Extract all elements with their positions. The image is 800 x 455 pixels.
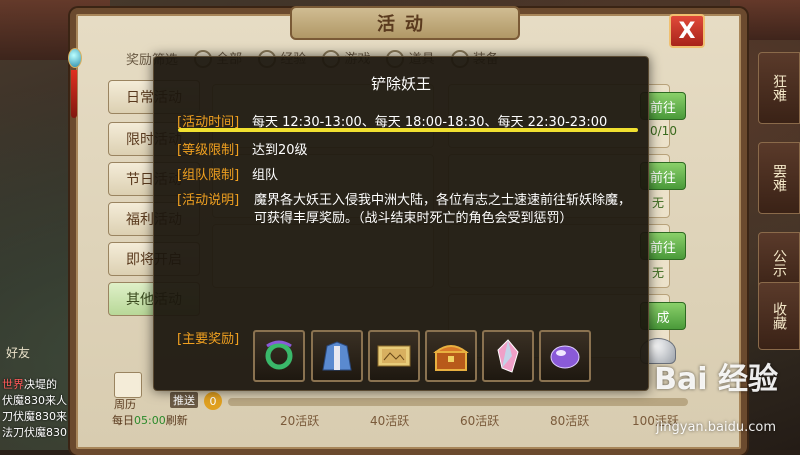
close-button[interactable]: X xyxy=(669,14,705,48)
close-icon: X xyxy=(678,18,696,44)
treasure-chest-icon[interactable] xyxy=(425,330,477,382)
chat-line: 世界决堤的 xyxy=(2,378,57,391)
activity-count: 无 xyxy=(652,266,665,280)
friend-tab[interactable]: 好友 xyxy=(6,344,30,361)
reward-label: [主要奖励] xyxy=(177,332,240,347)
progress-tick: 60活跃 xyxy=(460,414,500,428)
purple-gem-icon[interactable] xyxy=(539,330,591,382)
chat-line: 伏魔830来人 xyxy=(2,394,67,407)
side-button-4[interactable]: 收藏 xyxy=(758,282,800,350)
activity-count: 无 xyxy=(652,196,665,210)
progress-tick: 80活跃 xyxy=(550,414,590,428)
daily-refresh: 每日05:00刷新 xyxy=(112,414,188,427)
baidu-watermark: Bai 经验 xyxy=(654,362,778,397)
jade-pendant-icon[interactable] xyxy=(253,330,305,382)
blue-robe-icon[interactable] xyxy=(311,330,363,382)
desc-text: 魔界各大妖王入侵我中洲大陆，各位有志之士速速前往斩妖除魔，可获得丰厚奖励。（战斗… xyxy=(254,193,632,226)
panel-title: 活动 xyxy=(290,6,520,40)
crystal-shard-icon[interactable] xyxy=(482,330,534,382)
popup-title: 铲除妖王 xyxy=(370,75,431,93)
activity-count: 0/10 xyxy=(650,124,677,138)
desc-row: [活动说明] xyxy=(177,193,240,208)
calendar-label: 周历 xyxy=(114,398,136,411)
baidu-watermark-url: jingyan.baidu.com xyxy=(656,420,776,435)
chat-line: 刀伏魔830来 xyxy=(2,410,67,423)
side-button-2[interactable]: 罢难 xyxy=(758,142,800,214)
count-badge: 0 xyxy=(204,392,222,410)
level-row: [等级限制] 达到20级 xyxy=(177,143,308,158)
push-button[interactable]: 推送 xyxy=(170,392,198,408)
calendar-icon[interactable] xyxy=(114,372,142,398)
team-row: [组队限制] 组队 xyxy=(177,168,279,183)
chat-line: 法刀伏魔830 xyxy=(2,426,67,439)
activity-progress-bar xyxy=(228,398,688,406)
activity-detail-popup[interactable]: 铲除妖王 [活动时间] 每天 12:30-13:00、每天 18:00-18:30… xyxy=(153,56,649,391)
scroll-painting-icon[interactable] xyxy=(368,330,420,382)
side-button-1[interactable]: 狂难 xyxy=(758,52,800,124)
time-highlight-underline xyxy=(178,128,638,132)
progress-tick: 40活跃 xyxy=(370,414,410,428)
jade-ornament-icon xyxy=(62,30,86,120)
progress-tick: 20活跃 xyxy=(280,414,320,428)
